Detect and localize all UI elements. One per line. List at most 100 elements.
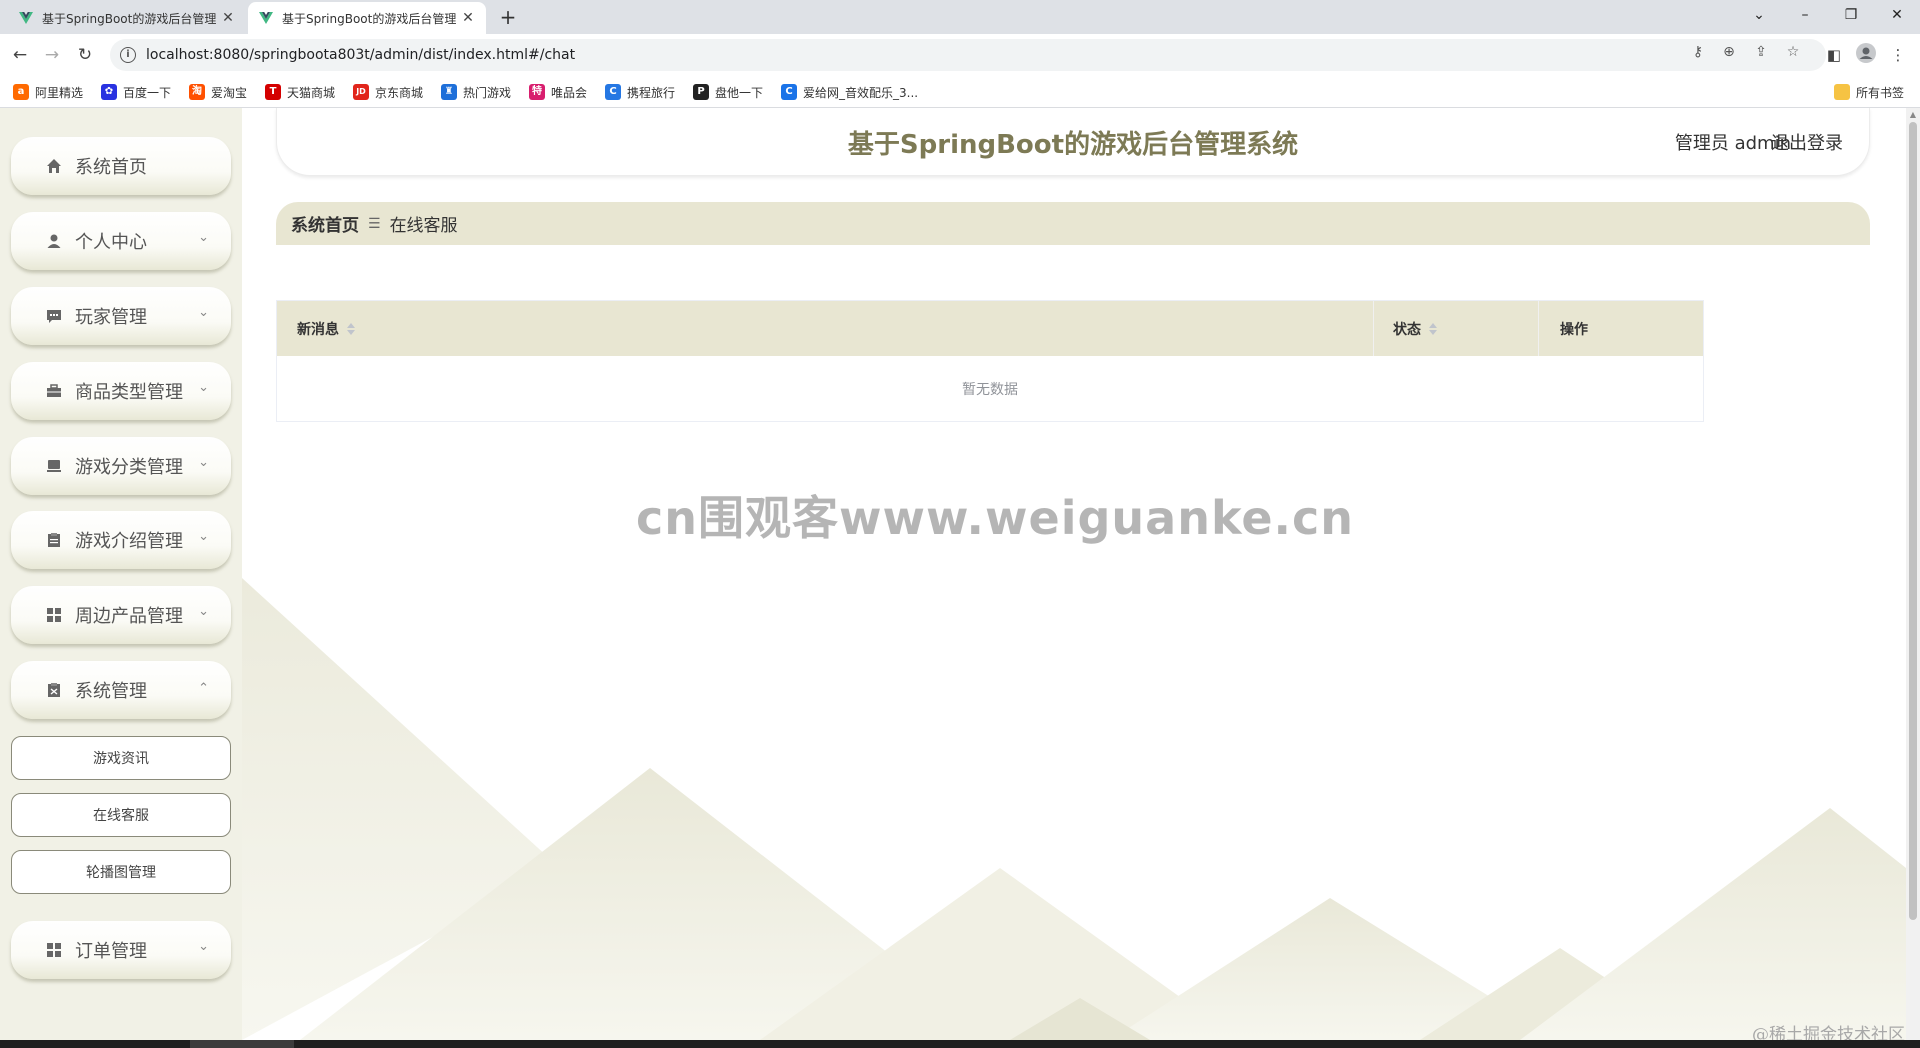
- sidebar-item-product-types[interactable]: 商品类型管理 ⌄: [11, 362, 231, 420]
- profile-avatar-icon[interactable]: [1854, 43, 1878, 67]
- ctrip-icon: C: [605, 84, 621, 100]
- p-icon: P: [693, 84, 709, 100]
- chevron-down-icon: ⌄: [198, 380, 209, 395]
- home-icon: [45, 157, 63, 175]
- browser-menu-icon[interactable]: ⋮: [1886, 43, 1910, 67]
- sidebar-item-system[interactable]: 系统管理 ⌃: [11, 661, 231, 719]
- minimize-icon[interactable]: –: [1782, 0, 1828, 30]
- reload-icon[interactable]: ↻: [73, 43, 97, 67]
- os-taskbar: [0, 1040, 1920, 1048]
- app-header: 基于SpringBoot的游戏后台管理系统 管理员 admin 退出登录: [276, 108, 1870, 176]
- chevron-down-icon: ⌄: [198, 939, 209, 954]
- baidu-paw-icon: ✿: [101, 84, 117, 100]
- logout-button[interactable]: 退出登录: [1771, 129, 1843, 155]
- sidebar-item-label: 商品类型管理: [75, 382, 183, 403]
- chevron-down-icon: ⌄: [198, 455, 209, 470]
- jd-icon: JD: [353, 84, 369, 100]
- tab-title: 基于SpringBoot的游戏后台管理: [42, 11, 217, 26]
- app-viewport: 系统首页 个人中心 ⌄ 玩家管理 ⌄ 商品类型管理 ⌄ 游戏分类管理 ⌄ 游戏介…: [0, 108, 1920, 1040]
- tab-search-chevron-icon[interactable]: ⌄: [1736, 0, 1782, 30]
- game-icon: ♜: [441, 84, 457, 100]
- key-icon[interactable]: ⚷: [1688, 42, 1708, 62]
- back-arrow-icon[interactable]: ←: [8, 43, 32, 67]
- tab-close-icon[interactable]: ✕: [460, 10, 476, 26]
- chevron-down-icon: ⌄: [198, 604, 209, 619]
- bookmark-item[interactable]: 特唯品会: [529, 82, 587, 102]
- submenu-item-game-news[interactable]: 游戏资讯: [11, 736, 231, 780]
- breadcrumb-separator-icon: ☰: [368, 215, 381, 232]
- side-panel-icon[interactable]: ◧: [1822, 43, 1846, 67]
- sidebar-item-label: 系统管理: [75, 681, 147, 702]
- vue-logo-icon: [19, 12, 33, 24]
- monitor-icon: [45, 457, 63, 475]
- grid-icon: [45, 606, 63, 624]
- chevron-down-icon: ⌄: [198, 305, 209, 320]
- sidebar-item-label: 系统首页: [75, 157, 147, 178]
- submenu-item-online-service[interactable]: 在线客服: [11, 793, 231, 837]
- breadcrumb-current: 在线客服: [389, 216, 458, 236]
- browser-tab[interactable]: 基于SpringBoot的游戏后台管理 ✕: [8, 2, 246, 34]
- bookmark-item[interactable]: C 携程旅行: [605, 82, 675, 102]
- column-header-new-message[interactable]: 新消息: [277, 301, 1373, 356]
- sidebar-item-players[interactable]: 玩家管理 ⌄: [11, 287, 231, 345]
- new-tab-icon[interactable]: +: [496, 6, 520, 30]
- sidebar-item-label: 玩家管理: [75, 307, 147, 328]
- chevron-up-icon: ⌃: [198, 681, 209, 696]
- all-bookmarks[interactable]: 所有书签: [1834, 82, 1904, 102]
- share-icon[interactable]: ⇪: [1751, 42, 1771, 62]
- bookmark-item[interactable]: 淘爱淘宝: [189, 82, 247, 102]
- restore-icon[interactable]: ❐: [1828, 0, 1874, 30]
- breadcrumb: 系统首页 ☰ 在线客服: [276, 202, 1870, 245]
- sidebar-item-label: 游戏分类管理: [75, 457, 183, 478]
- breadcrumb-home[interactable]: 系统首页: [291, 211, 359, 236]
- bookmark-item[interactable]: P 盘他一下: [693, 82, 763, 102]
- taskbar-app[interactable]: [190, 1040, 294, 1048]
- bookmark-item[interactable]: ✿ 百度一下: [101, 82, 171, 102]
- folder-icon: [1834, 84, 1850, 100]
- page-title: 基于SpringBoot的游戏后台管理系统: [847, 130, 1299, 160]
- submenu-item-carousel[interactable]: 轮播图管理: [11, 850, 231, 894]
- table-empty-text: 暂无数据: [962, 382, 1018, 398]
- site-info-icon[interactable]: i: [120, 47, 136, 63]
- bookmark-item[interactable]: ♜ 热门游戏: [441, 82, 511, 102]
- bookmark-item[interactable]: JD 京东商城: [353, 82, 423, 102]
- chevron-down-icon: ⌄: [198, 529, 209, 544]
- browser-tab-bar: 基于SpringBoot的游戏后台管理 ✕ 基于SpringBoot的游戏后台管…: [0, 0, 1920, 34]
- sidebar-item-home[interactable]: 系统首页: [11, 137, 231, 195]
- sidebar-item-orders[interactable]: 订单管理 ⌄: [11, 921, 231, 979]
- browser-tab-active[interactable]: 基于SpringBoot的游戏后台管理 ✕: [248, 2, 486, 34]
- column-header-status[interactable]: 状态: [1373, 301, 1538, 356]
- suitcase-icon: [45, 382, 63, 400]
- page-scrollbar[interactable]: ▲: [1906, 108, 1920, 1040]
- address-bar[interactable]: i localhost:8080/springboota803t/admin/d…: [110, 39, 1826, 71]
- sort-caret-icon[interactable]: [1429, 322, 1437, 335]
- aigei-icon: C: [781, 84, 797, 100]
- close-window-icon[interactable]: ✕: [1874, 0, 1920, 30]
- bookmark-item[interactable]: T 天猫商城: [265, 82, 335, 102]
- sidebar-item-profile[interactable]: 个人中心 ⌄: [11, 212, 231, 270]
- messages-table: 新消息 状态 操作 暂无数据: [276, 300, 1704, 422]
- scroll-up-icon[interactable]: ▲: [1909, 111, 1917, 119]
- tab-title: 基于SpringBoot的游戏后台管理: [282, 11, 457, 26]
- settings-doc-icon: [45, 681, 63, 699]
- tab-close-icon[interactable]: ✕: [220, 10, 236, 26]
- grid-icon: [45, 941, 63, 959]
- url-text[interactable]: localhost:8080/springboota803t/admin/dis…: [146, 47, 575, 63]
- sidebar-item-label: 游戏介绍管理: [75, 531, 183, 552]
- sidebar-item-merchandise[interactable]: 周边产品管理 ⌄: [11, 586, 231, 644]
- forward-arrow-icon[interactable]: →: [40, 43, 64, 67]
- scrollbar-thumb[interactable]: [1909, 122, 1917, 920]
- sidebar-item-game-categories[interactable]: 游戏分类管理 ⌄: [11, 437, 231, 495]
- sidebar-item-game-intro[interactable]: 游戏介绍管理 ⌄: [11, 511, 231, 569]
- bookmark-item[interactable]: a 阿里精选: [13, 82, 83, 102]
- taobao-icon: 淘: [189, 84, 205, 100]
- chat-icon: [45, 307, 63, 325]
- sort-caret-icon[interactable]: [347, 322, 355, 335]
- bookmark-item[interactable]: C 爱给网_音效配乐_3...: [781, 82, 918, 102]
- zoom-icon[interactable]: ⊕: [1719, 42, 1739, 62]
- tmall-icon: T: [265, 84, 281, 100]
- mountain-background: [242, 578, 1906, 1040]
- bookmark-star-icon[interactable]: ☆: [1783, 42, 1803, 62]
- sidebar-item-label: 个人中心: [75, 232, 147, 253]
- watermark-text: cn围观客www.weiguanke.cn: [636, 491, 1355, 545]
